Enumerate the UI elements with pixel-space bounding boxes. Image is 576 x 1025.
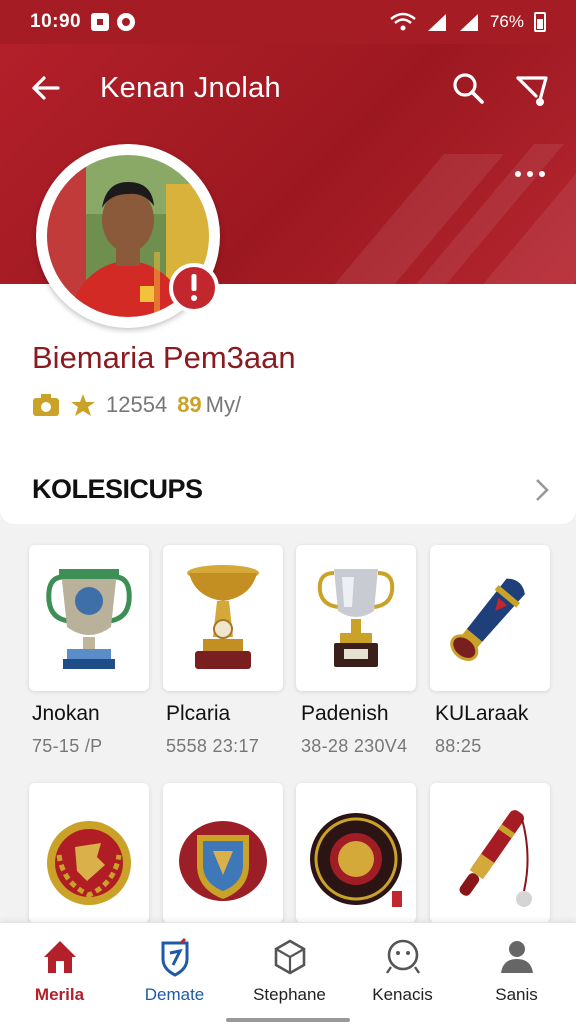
alert-badge-icon[interactable] <box>168 262 220 314</box>
status-time: 10:90 <box>30 11 82 32</box>
nav-item-sanis[interactable]: Sanis <box>459 923 574 1025</box>
nav-item-stephane[interactable]: Stephane <box>232 923 347 1025</box>
nav-item-kenacis[interactable]: Kenacis <box>345 923 460 1025</box>
face-icon <box>386 939 420 974</box>
item-meta: 88:25 <box>435 736 482 756</box>
collection-item[interactable] <box>163 545 283 691</box>
status-bar: 10:90 76% <box>0 0 576 44</box>
camera-icon <box>33 394 59 416</box>
profile-stats: 12554 89 My/ <box>32 392 241 418</box>
collection-item[interactable] <box>163 783 283 923</box>
laurel-medal-icon <box>47 821 131 905</box>
nav-label: Demate <box>144 985 205 1004</box>
person-icon <box>501 941 533 973</box>
collection-item[interactable] <box>29 783 149 923</box>
nav-label: Sanis <box>495 985 538 1004</box>
box-icon <box>274 939 306 975</box>
back-arrow-icon[interactable] <box>28 70 64 106</box>
star-icon <box>71 394 95 416</box>
collection-item[interactable] <box>296 783 416 923</box>
section-title: KOLESICUPS <box>32 474 203 504</box>
item-name: Jnokan <box>32 702 100 725</box>
nav-label: Merila <box>34 985 85 1004</box>
collection-item[interactable] <box>29 545 149 691</box>
gold-trophy-icon <box>187 565 259 669</box>
home-icon <box>44 941 76 973</box>
item-name: KULaraak <box>435 702 529 725</box>
shield-badge-icon <box>161 937 189 977</box>
signal-icon <box>427 14 446 31</box>
wifi-icon <box>390 12 416 31</box>
item-meta: 75-15 /P <box>32 736 103 756</box>
shield-crest-icon <box>179 821 267 901</box>
profile-name: Biemaria Pem3aan <box>32 340 296 375</box>
item-name: Padenish <box>301 702 389 725</box>
nav-label: Stephane <box>253 985 326 1004</box>
item-name: Plcaria <box>166 702 231 725</box>
item-meta: 5558 23:17 <box>166 736 260 756</box>
bottom-nav: Merila Demate Stephane Kenacis Sanis <box>0 922 576 1025</box>
nav-item-home[interactable]: Merila <box>2 923 117 1025</box>
share-icon[interactable] <box>512 70 552 110</box>
search-icon[interactable] <box>450 70 486 106</box>
home-indicator[interactable] <box>226 1018 350 1022</box>
record-icon <box>117 13 136 31</box>
round-medal-icon <box>310 813 402 907</box>
chevron-right-icon[interactable] <box>530 476 554 504</box>
collection-item[interactable] <box>430 545 550 691</box>
battery-text: 76% <box>489 12 524 31</box>
notification-icon <box>91 13 110 31</box>
more-icon[interactable] <box>510 164 550 184</box>
silver-cup-icon <box>317 569 395 667</box>
horn-trophy-icon <box>450 578 525 661</box>
page-title: Kenan Jnolah <box>100 72 281 104</box>
battery-icon <box>534 12 546 32</box>
count-value: 89 <box>177 392 202 417</box>
collection-item[interactable] <box>430 783 550 923</box>
baton-icon <box>459 810 532 907</box>
nav-label: Kenacis <box>372 985 433 1004</box>
collection-item[interactable] <box>296 545 416 691</box>
signal-icon-2 <box>459 14 478 31</box>
green-trophy-icon <box>46 569 132 669</box>
count-unit: My/ <box>205 392 242 417</box>
points-value: 12554 <box>106 392 168 417</box>
item-meta: 38-28 230V4 <box>301 736 408 756</box>
nav-item-demate[interactable]: Demate <box>117 923 232 1025</box>
